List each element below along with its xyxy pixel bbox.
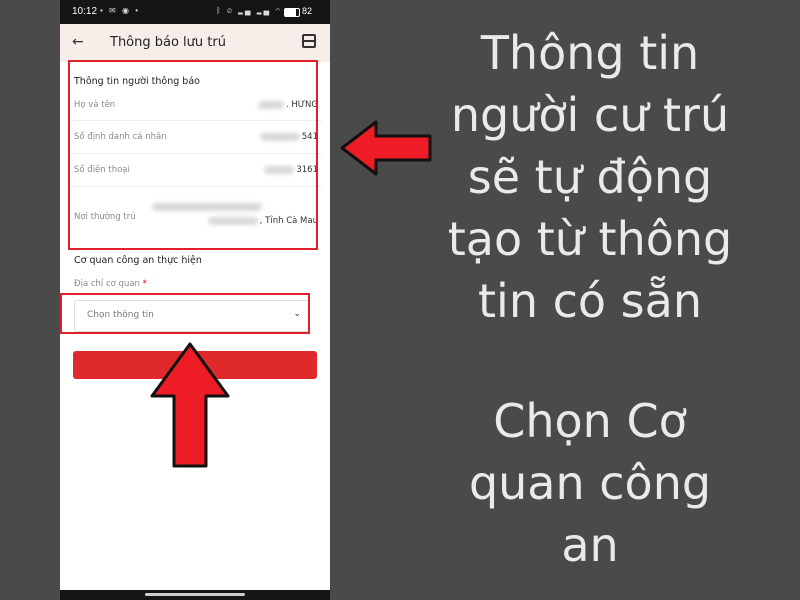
overlay-line: Thông tin bbox=[480, 26, 700, 80]
overlay-line: Chọn Cơ bbox=[493, 394, 687, 448]
overlay-line: tạo từ thông bbox=[447, 212, 733, 266]
agency-section-title: Cơ quan công an thực hiện bbox=[74, 255, 202, 266]
battery-icon bbox=[284, 8, 300, 17]
home-indicator[interactable] bbox=[145, 593, 245, 596]
overlay-line: tin có sẵn bbox=[478, 274, 702, 328]
overlay-text-choose-agency: Chọn Cơ quan công an bbox=[405, 390, 775, 576]
page-title: Thông báo lưu trú bbox=[110, 35, 226, 50]
overlay-line: người cư trú bbox=[450, 88, 730, 142]
back-arrow-icon[interactable]: ← bbox=[72, 34, 84, 50]
overlay-line: sẽ tự động bbox=[467, 150, 713, 204]
overlay-line: an bbox=[561, 518, 619, 572]
app-header: ← Thông báo lưu trú bbox=[60, 24, 330, 62]
agency-address-label: Địa chỉ cơ quan * bbox=[74, 279, 147, 289]
status-time: 10:12 bbox=[72, 6, 98, 17]
highlight-box-notifier-info bbox=[68, 60, 318, 250]
arrow-up-icon bbox=[150, 342, 230, 468]
overlay-line: quan công bbox=[468, 456, 712, 510]
system-status-icons: ᛒ ⊘ ▂▄ ▂▄ ◠ bbox=[216, 6, 283, 15]
scan-qr-icon[interactable] bbox=[302, 34, 316, 48]
overlay-text-autofill: Thông tin người cư trú sẽ tự động tạo từ… bbox=[405, 22, 775, 332]
highlight-box-agency-select bbox=[60, 293, 310, 334]
navigation-bar bbox=[60, 590, 330, 600]
notification-icons: ▪ ✉ ◉ • bbox=[100, 6, 140, 15]
status-bar: 10:12 ▪ ✉ ◉ • ᛒ ⊘ ▂▄ ▂▄ ◠ 82 bbox=[60, 0, 330, 24]
battery-percent: 82 bbox=[302, 6, 313, 16]
